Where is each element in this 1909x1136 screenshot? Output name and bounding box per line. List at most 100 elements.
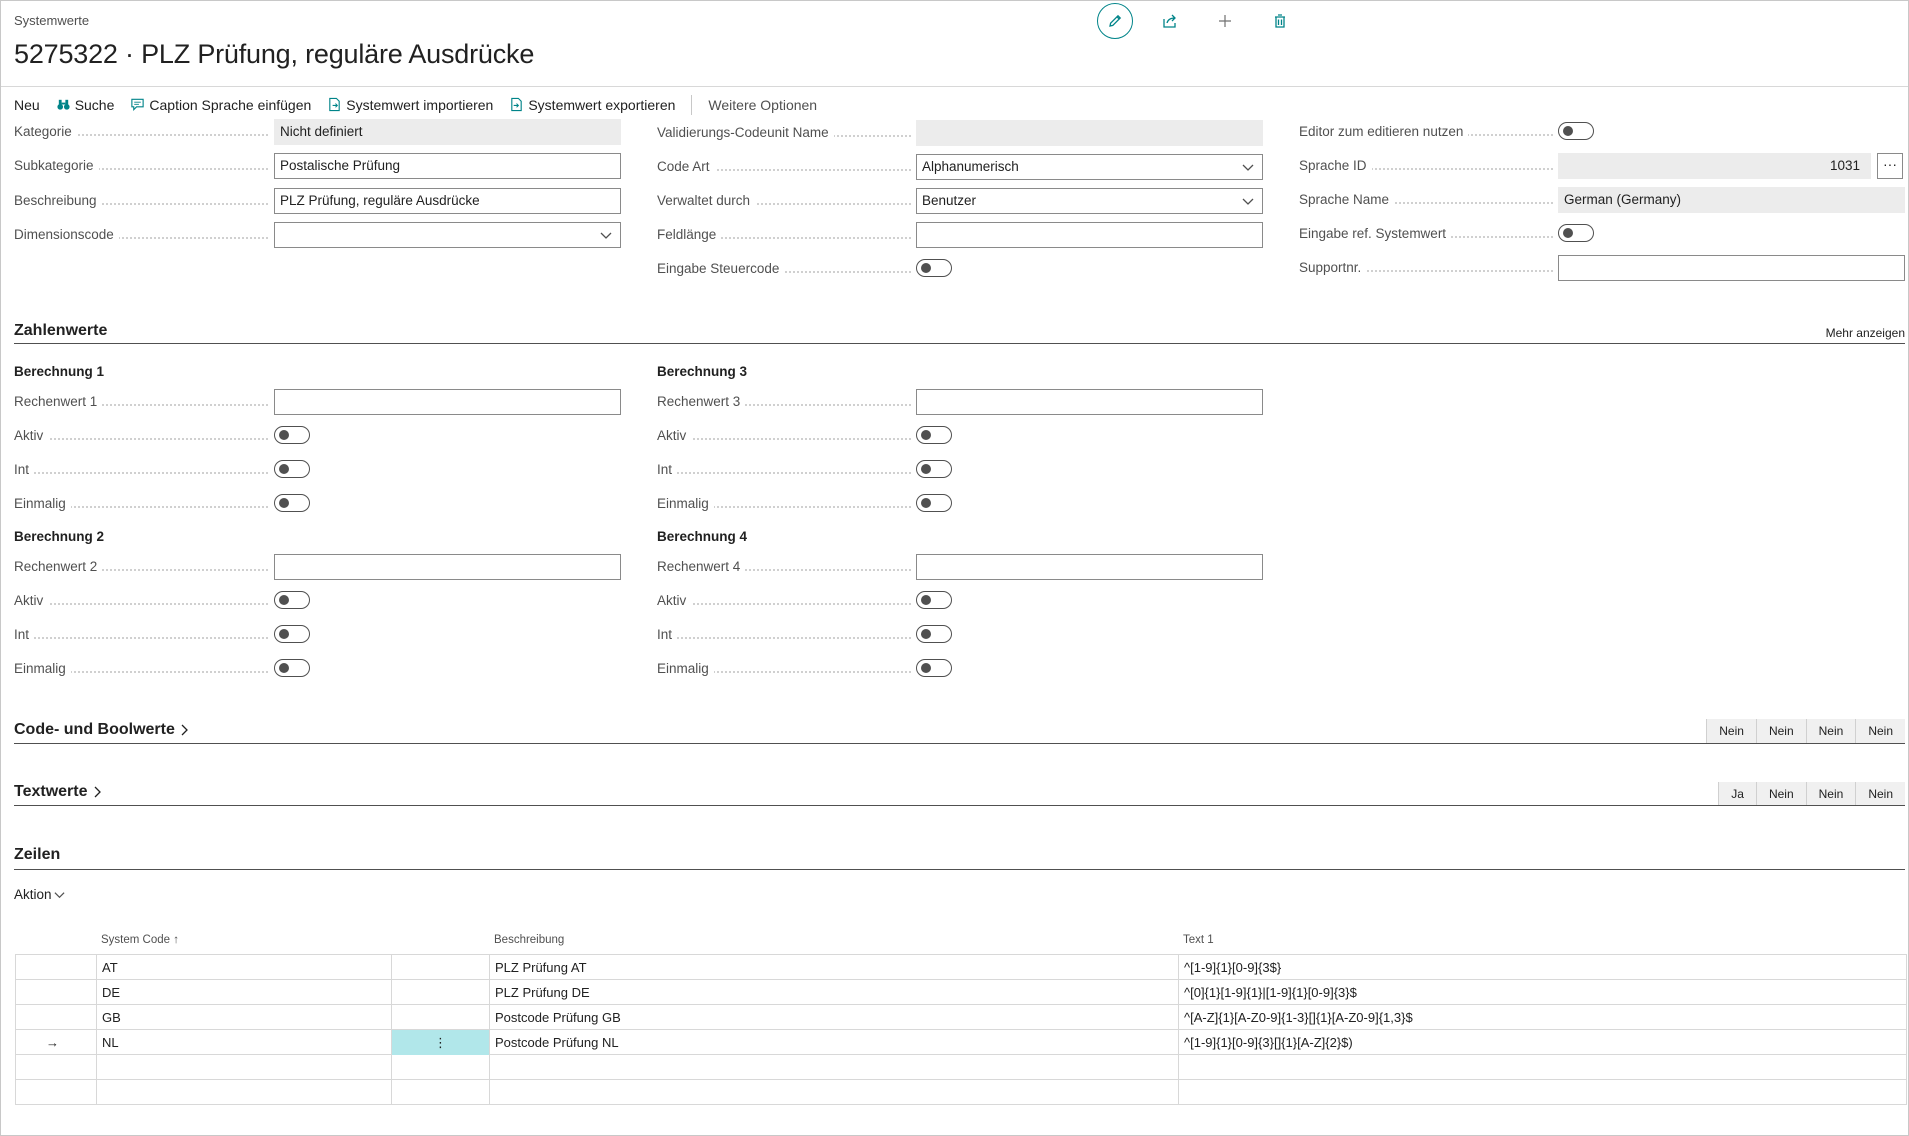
- section-textwerte[interactable]: Textwerte: [14, 783, 102, 801]
- more-options-action[interactable]: Weitere Optionen: [708, 97, 817, 113]
- refsys-toggle[interactable]: [1558, 224, 1594, 242]
- column-header-system-code[interactable]: System Code ↑: [101, 934, 179, 946]
- caption-action[interactable]: Caption Sprache einfügen: [130, 97, 311, 113]
- code-bool-summary: Nein Nein Nein Nein: [1706, 719, 1905, 743]
- editor-toggle[interactable]: [1558, 122, 1594, 140]
- rechenwert-3-field[interactable]: [916, 389, 1263, 415]
- aktiv-1-label: Aktiv: [14, 423, 274, 449]
- text1-cell[interactable]: ^[A-Z]{1}[A-Z0-9]{1-3}[]{1}[A-Z0-9]{1,3}…: [1178, 1005, 1907, 1030]
- int-1-toggle[interactable]: [274, 460, 310, 478]
- beschreibung-field[interactable]: PLZ Prüfung, reguläre Ausdrücke: [274, 188, 621, 214]
- row-indicator[interactable]: [15, 955, 96, 980]
- text1-cell[interactable]: [1178, 1080, 1907, 1105]
- beschreibung-cell[interactable]: Postcode Prüfung NL: [489, 1030, 1178, 1055]
- system-code-cell[interactable]: AT: [96, 955, 391, 980]
- row-menu-cell[interactable]: [391, 1055, 489, 1080]
- textwerte-summary: Ja Nein Nein Nein: [1718, 782, 1905, 806]
- beschreibung-cell[interactable]: [489, 1080, 1178, 1105]
- new-action[interactable]: Neu: [14, 97, 40, 113]
- row-menu-cell[interactable]: [391, 980, 489, 1005]
- beschreibung-cell[interactable]: Postcode Prüfung GB: [489, 1005, 1178, 1030]
- share-button[interactable]: [1152, 3, 1188, 39]
- dimensionscode-select[interactable]: [274, 222, 621, 248]
- section-code-boolwerte[interactable]: Code- und Boolwerte: [14, 721, 189, 739]
- aktiv-4-label: Aktiv: [657, 588, 917, 614]
- row-indicator[interactable]: [15, 1080, 96, 1105]
- system-code-cell[interactable]: [96, 1055, 391, 1080]
- section-zeilen[interactable]: Zeilen: [14, 846, 60, 864]
- table-row-empty[interactable]: [15, 1055, 1907, 1080]
- more-vertical-icon[interactable]: ⋮: [434, 1035, 447, 1050]
- table-row[interactable]: DE PLZ Prüfung DE ^[0]{1}[1-9]{1}|[1-9]{…: [15, 980, 1907, 1005]
- subkategorie-label: Subkategorie: [14, 153, 274, 179]
- export-action[interactable]: Systemwert exportieren: [509, 97, 675, 113]
- aktiv-1-toggle[interactable]: [274, 426, 310, 444]
- verwaltet-select[interactable]: Benutzer: [916, 188, 1263, 214]
- binoculars-icon: [56, 97, 71, 112]
- einmalig-3-toggle[interactable]: [916, 494, 952, 512]
- table-row[interactable]: AT PLZ Prüfung AT ^[1-9]{1}[0-9]{3$}: [15, 955, 1907, 980]
- plus-icon: [1219, 15, 1231, 27]
- import-action[interactable]: Systemwert importieren: [327, 97, 493, 113]
- text1-cell[interactable]: ^[1-9]{1}[0-9]{3$}: [1178, 955, 1907, 980]
- rechenwert-1-field[interactable]: [274, 389, 621, 415]
- text1-cell[interactable]: ^[0]{1}[1-9]{1}|[1-9]{1}[0-9]{3}$: [1178, 980, 1907, 1005]
- system-code-cell[interactable]: NL: [96, 1030, 391, 1055]
- system-code-cell[interactable]: [96, 1080, 391, 1105]
- row-indicator[interactable]: [15, 1005, 96, 1030]
- row-menu-cell[interactable]: ⋮: [391, 1030, 489, 1055]
- chevron-down-icon: [1242, 164, 1254, 171]
- subkategorie-field[interactable]: Postalische Prüfung: [274, 153, 621, 179]
- row-indicator[interactable]: →: [15, 1030, 96, 1055]
- table-row-selected[interactable]: → NL ⋮ Postcode Prüfung NL ^[1-9]{1}[0-9…: [15, 1030, 1907, 1055]
- beschreibung-cell[interactable]: PLZ Prüfung DE: [489, 980, 1178, 1005]
- edit-button[interactable]: [1097, 3, 1133, 39]
- table-row[interactable]: GB Postcode Prüfung GB ^[A-Z]{1}[A-Z0-9]…: [15, 1005, 1907, 1030]
- mehr-anzeigen-link[interactable]: Mehr anzeigen: [1826, 326, 1905, 340]
- delete-button[interactable]: [1262, 3, 1298, 39]
- search-action[interactable]: Suche: [56, 97, 114, 113]
- row-menu-cell[interactable]: [391, 1005, 489, 1030]
- row-indicator[interactable]: [15, 980, 96, 1005]
- einmalig-1-toggle[interactable]: [274, 494, 310, 512]
- system-code-cell[interactable]: DE: [96, 980, 391, 1005]
- action-bar: Neu Suche Caption Sprache einfügen Syste…: [1, 86, 1908, 122]
- column-header-text1[interactable]: Text 1: [1183, 934, 1214, 946]
- int-2-toggle[interactable]: [274, 625, 310, 643]
- aktiv-4-toggle[interactable]: [916, 591, 952, 609]
- steuercode-toggle[interactable]: [916, 259, 952, 277]
- system-code-cell[interactable]: GB: [96, 1005, 391, 1030]
- section-divider: [14, 805, 1905, 806]
- arrow-right-icon: →: [46, 1035, 59, 1050]
- rechenwert-2-label: Rechenwert 2: [14, 554, 274, 580]
- new-button[interactable]: [1207, 3, 1243, 39]
- int-4-toggle[interactable]: [916, 625, 952, 643]
- feldlaenge-field[interactable]: [916, 222, 1263, 248]
- text1-cell[interactable]: [1178, 1055, 1907, 1080]
- table-row-empty[interactable]: [15, 1080, 1907, 1105]
- beschreibung-cell[interactable]: [489, 1055, 1178, 1080]
- column-header-beschreibung[interactable]: Beschreibung: [494, 934, 564, 946]
- support-field[interactable]: [1558, 255, 1905, 281]
- rechenwert-4-field[interactable]: [916, 554, 1263, 580]
- aktion-menu[interactable]: Aktion: [14, 887, 65, 902]
- sprache-name-label: Sprache Name: [1299, 187, 1559, 213]
- row-indicator[interactable]: [15, 1055, 96, 1080]
- codeart-select[interactable]: Alphanumerisch: [916, 154, 1263, 180]
- section-zahlenwerte[interactable]: Zahlenwerte: [14, 322, 107, 340]
- row-menu-cell[interactable]: [391, 955, 489, 980]
- int-3-label: Int: [657, 457, 917, 483]
- aktiv-2-toggle[interactable]: [274, 591, 310, 609]
- breadcrumb[interactable]: Systemwerte: [14, 13, 89, 28]
- row-menu-cell[interactable]: [391, 1080, 489, 1105]
- text1-cell[interactable]: ^[1-9]{1}[0-9]{3}[]{1}[A-Z]{2}$): [1178, 1030, 1907, 1055]
- int-3-toggle[interactable]: [916, 460, 952, 478]
- beschreibung-cell[interactable]: PLZ Prüfung AT: [489, 955, 1178, 980]
- einmalig-4-toggle[interactable]: [916, 659, 952, 677]
- aktiv-3-toggle[interactable]: [916, 426, 952, 444]
- action-separator: [691, 94, 693, 115]
- einmalig-2-toggle[interactable]: [274, 659, 310, 677]
- grid-border: [1906, 1055, 1907, 1080]
- rechenwert-2-field[interactable]: [274, 554, 621, 580]
- sprache-id-lookup-button[interactable]: ···: [1877, 153, 1903, 179]
